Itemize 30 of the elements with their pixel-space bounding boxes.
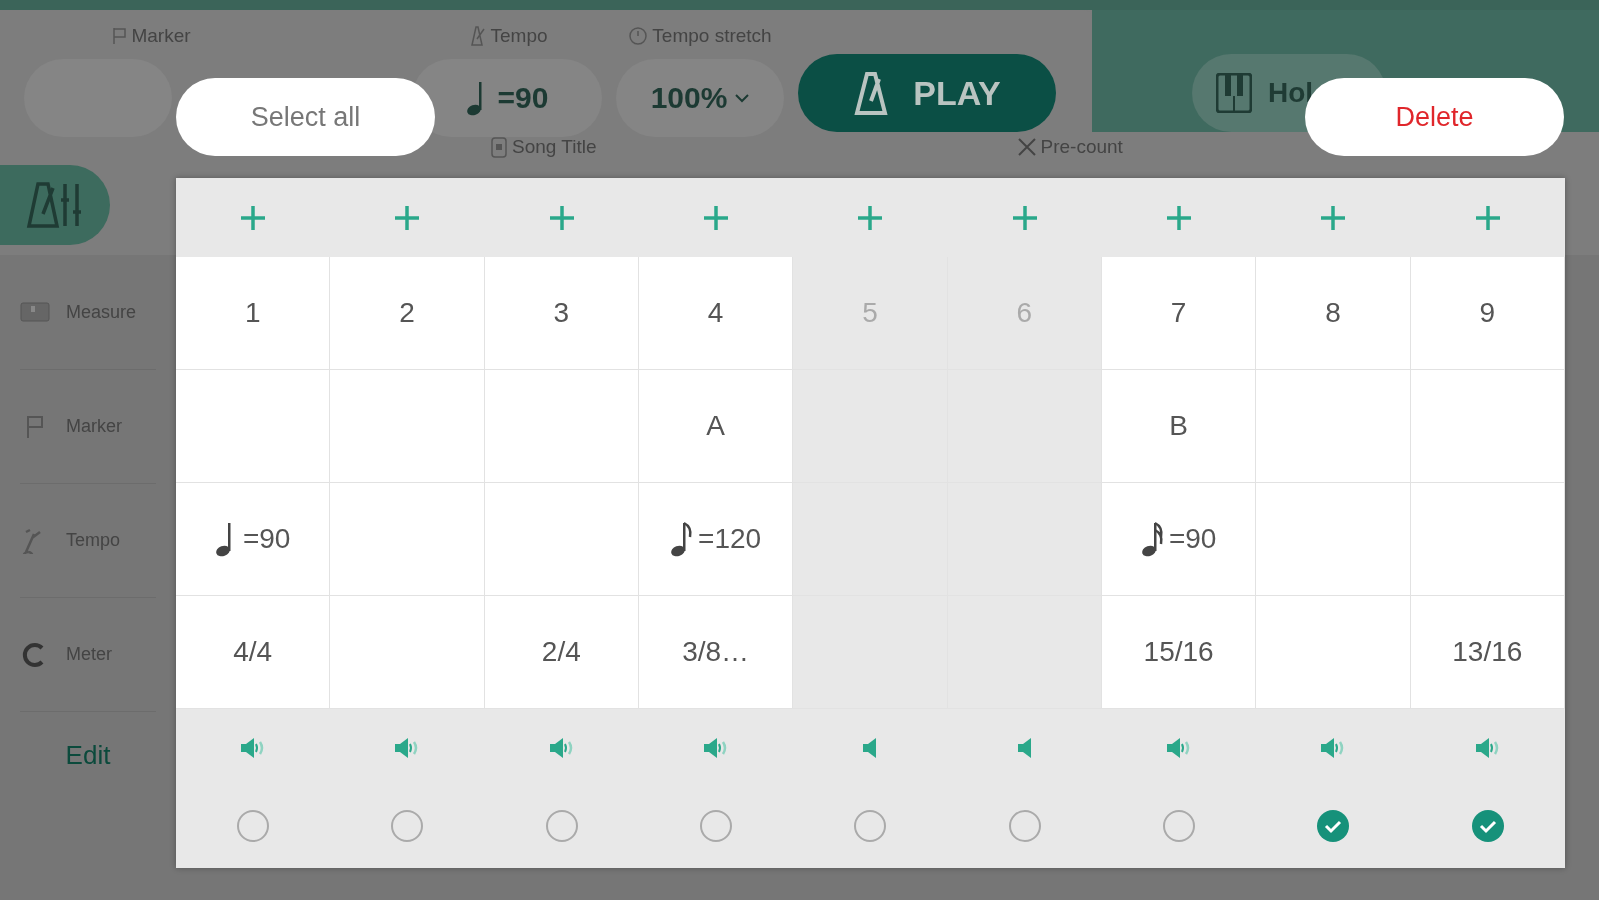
- table-cell: 2: [330, 257, 485, 370]
- table-cell: 6: [947, 257, 1102, 370]
- table-cell: 4/4: [176, 596, 331, 709]
- edit-link[interactable]: Edit: [0, 736, 176, 775]
- tempo-text: =90: [242, 522, 291, 556]
- field-label: Tempo stretch: [652, 24, 772, 48]
- table-cell: B: [1101, 370, 1257, 483]
- field-label: Tempo: [490, 24, 548, 48]
- table-cell: 5: [793, 257, 948, 370]
- table-cell: 3/8…: [639, 596, 794, 709]
- table-cell: 3: [484, 257, 639, 370]
- stretch-value: 100%: [650, 80, 728, 116]
- tempo-text: =120: [698, 522, 762, 556]
- table-cell: 9: [1410, 257, 1565, 370]
- table-cell: 2/4: [484, 596, 639, 709]
- table-cell: 1: [176, 257, 331, 370]
- play-button[interactable]: PLAY: [798, 54, 1056, 132]
- tempo-stretch-dropdown[interactable]: 100%: [616, 58, 784, 137]
- select-all-button[interactable]: Select all: [176, 78, 435, 156]
- tempo-value: =90: [497, 80, 549, 116]
- table-cell: 7: [1101, 257, 1257, 370]
- table-cell: 15/16: [1101, 596, 1257, 709]
- table-cell: 13/16: [1410, 596, 1565, 709]
- table-cell: 8: [1256, 257, 1411, 370]
- table-cell: A: [639, 370, 794, 483]
- table-cell: 4: [639, 257, 794, 370]
- field-label: Pre-count: [1040, 134, 1123, 159]
- field-label: Song Title: [512, 134, 597, 159]
- field-label: Marker: [131, 24, 191, 48]
- tempo-text: =90: [1168, 522, 1217, 556]
